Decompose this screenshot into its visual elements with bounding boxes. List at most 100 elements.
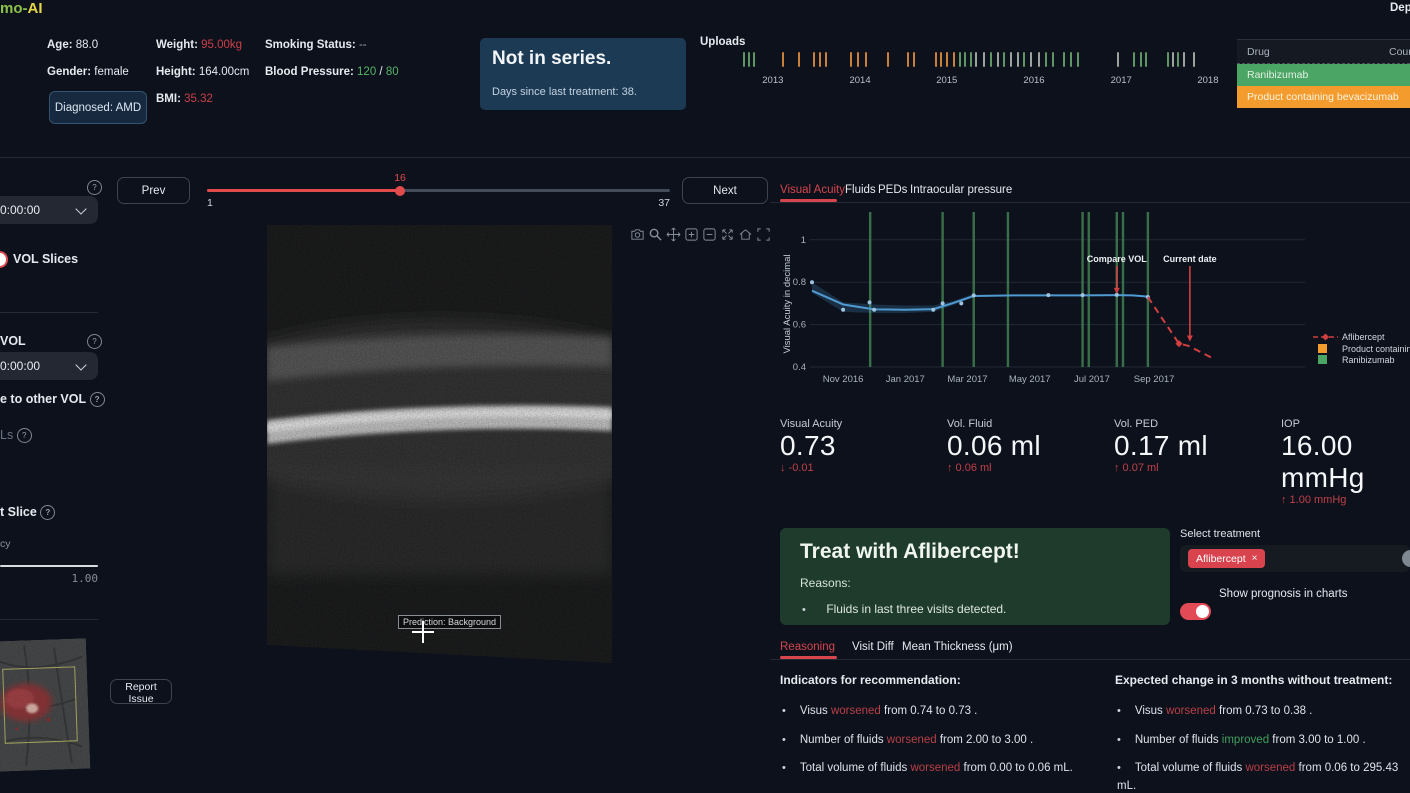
svg-text:Current date: Current date xyxy=(1163,254,1217,264)
compare-to-other-vol-label: e to other VOL ? xyxy=(0,392,105,407)
fullscreen-icon[interactable] xyxy=(756,227,771,242)
indicator-item: •Visus worsened from 0.74 to 0.73 . xyxy=(782,701,977,719)
svg-text:Compare VOL: Compare VOL xyxy=(1087,254,1148,264)
indicator-item: •Total volume of fluids worsened from 0.… xyxy=(782,758,1073,776)
patient-age: Age: 88.0 xyxy=(47,39,98,51)
select-treatment-label: Select treatment xyxy=(1180,528,1260,540)
expected-change-heading: Expected change in 3 months without trea… xyxy=(1115,673,1392,687)
tab-peds[interactable]: PEDs xyxy=(878,184,907,196)
tab-visit-diff[interactable]: Visit Diff xyxy=(852,641,894,653)
svg-text:Nov 2016: Nov 2016 xyxy=(823,374,864,385)
sidebar-divider xyxy=(0,619,98,620)
svg-text:1: 1 xyxy=(801,235,806,246)
next-slice-button[interactable]: Next xyxy=(682,177,768,204)
svg-text:Visual Acuity in decimal: Visual Acuity in decimal xyxy=(782,254,793,353)
camera-icon[interactable] xyxy=(630,227,645,242)
report-issue-button[interactable]: Report Issue xyxy=(110,679,172,704)
metric-iop: IOP 16.00 mmHg ↑ 1.00 mmHg xyxy=(1281,418,1410,506)
vol-select-2[interactable]: 0:00:00 xyxy=(0,352,98,380)
crosshair-cursor xyxy=(412,631,434,633)
help-icon[interactable]: ? xyxy=(87,334,102,349)
tab-reasoning[interactable]: Reasoning xyxy=(780,641,835,653)
transparency-slider[interactable] xyxy=(0,565,98,567)
svg-text:0.8: 0.8 xyxy=(793,277,806,288)
slice-slider-thumb[interactable] xyxy=(395,186,405,196)
upload-year-label: 2014 xyxy=(849,75,870,86)
metric-delta: ↑ 1.00 mmHg xyxy=(1281,494,1410,506)
drug-row-bevacizumab: Product containing bevacizumab xyxy=(1237,86,1410,108)
corner-text: Deple xyxy=(1390,2,1410,14)
recommendation-reasons-label: Reasons: xyxy=(800,576,851,590)
app-root: mo-AI Diagnosed: AMD Age: 88.0 Gender: f… xyxy=(0,0,1410,793)
show-prognosis-toggle[interactable] xyxy=(1180,603,1211,620)
visual-acuity-chart[interactable]: 0.40.60.81Nov 2016Jan 2017Mar 2017May 20… xyxy=(780,208,1410,398)
logo-part-yellow: AI xyxy=(28,0,43,17)
recommendation-reason: • Fluids in last three visits detected. xyxy=(802,600,1006,618)
help-icon[interactable]: ? xyxy=(87,180,102,195)
slice-min-label: 1 xyxy=(207,197,213,209)
tab-mean-thickness[interactable]: Mean Thickness (μm) xyxy=(902,641,1013,653)
upload-year-label: 2017 xyxy=(1111,75,1132,86)
help-icon[interactable]: ? xyxy=(17,428,32,443)
tabs-divider xyxy=(770,202,1410,203)
upload-year-label: 2015 xyxy=(936,75,957,86)
svg-text:0.6: 0.6 xyxy=(793,320,806,331)
expected-change-item: •Number of fluids improved from 3.00 to … xyxy=(1117,730,1366,748)
tabs-divider xyxy=(770,659,1410,660)
upload-year-label: 2013 xyxy=(762,75,783,86)
svg-text:Aflibercept: Aflibercept xyxy=(1342,332,1385,342)
clear-select-icon[interactable] xyxy=(1402,550,1410,567)
drug-table-header: Drug Coun xyxy=(1237,39,1410,64)
svg-text:May 2017: May 2017 xyxy=(1009,374,1051,385)
chip-remove-icon[interactable]: × xyxy=(1252,553,1258,564)
oct-scan xyxy=(267,225,612,670)
treatment-chip[interactable]: Aflibercept × xyxy=(1188,549,1265,568)
series-status-subtitle: Days since last treatment: 38. xyxy=(492,86,637,98)
transparency-value: 1.00 xyxy=(0,572,98,585)
help-icon[interactable]: ? xyxy=(40,505,55,520)
help-icon[interactable]: ? xyxy=(90,392,105,407)
svg-text:Jan 2017: Jan 2017 xyxy=(886,374,925,385)
upload-year-label: 2018 xyxy=(1197,75,1218,86)
pan-icon[interactable] xyxy=(666,227,681,242)
vols-label: Ls ? xyxy=(0,428,32,443)
drug-row-ranibizumab: Ranibizumab xyxy=(1237,64,1410,86)
tab-intraocular-pressure[interactable]: Intraocular pressure xyxy=(910,184,1012,196)
autoscale-icon[interactable] xyxy=(720,227,735,242)
transparency-label: cy xyxy=(0,538,11,550)
slice-slider[interactable]: 16 1 37 xyxy=(207,189,670,192)
patient-weight: Weight: 95.00kg xyxy=(156,39,242,51)
vol-slices-label: VOL Slices xyxy=(13,252,78,266)
metric-delta: ↓ -0.01 xyxy=(780,462,842,474)
metric-delta: ↑ 0.06 ml xyxy=(947,462,1041,474)
recommendation-card: Treat with Aflibercept! Reasons: • Fluid… xyxy=(780,528,1170,625)
svg-text:Jul 2017: Jul 2017 xyxy=(1074,374,1110,385)
home-icon[interactable] xyxy=(738,227,753,242)
uploads-timeline[interactable]: 201320142015201620172018 xyxy=(740,50,1230,90)
expected-change-item: •Total volume of fluids worsened from 0.… xyxy=(1117,758,1410,793)
metric-vol-fluid: Vol. Fluid 0.06 ml ↑ 0.06 ml xyxy=(947,418,1041,474)
series-status-title: Not in series. xyxy=(492,48,611,70)
patient-blood-pressure: Blood Pressure: 120 / 80 xyxy=(265,66,399,78)
expected-change-item: •Visus worsened from 0.73 to 0.38 . xyxy=(1117,701,1312,719)
zoom-in-icon[interactable] xyxy=(684,227,699,242)
show-prognosis-label: Show prognosis in charts xyxy=(1219,588,1347,600)
chevron-down-icon xyxy=(75,359,86,370)
indicator-item: •Number of fluids worsened from 2.00 to … xyxy=(782,730,1033,748)
tab-fluids[interactable]: Fluids xyxy=(845,184,876,196)
treatment-select-input[interactable]: Aflibercept × xyxy=(1180,545,1410,572)
svg-text:Ranibizumab: Ranibizumab xyxy=(1342,355,1395,365)
vol-select-1[interactable]: 0:00:00 xyxy=(0,196,98,224)
oct-bscan-image[interactable] xyxy=(267,225,612,670)
logo-part-green: mo- xyxy=(0,0,28,17)
visual-acuity-plot[interactable]: 0.40.60.81Nov 2016Jan 2017Mar 2017May 20… xyxy=(780,208,1410,398)
indicators-heading: Indicators for recommendation: xyxy=(780,673,961,687)
tab-visual-acuity[interactable]: Visual Acuity xyxy=(780,184,845,196)
zoom-icon[interactable] xyxy=(648,227,663,242)
fundus-thumbnail[interactable] xyxy=(0,638,90,771)
series-status-card: Not in series. Days since last treatment… xyxy=(480,38,686,110)
vol-slices-toggle[interactable] xyxy=(0,251,8,268)
zoom-out-icon[interactable] xyxy=(702,227,717,242)
uploads-years: 201320142015201620172018 xyxy=(740,50,1230,90)
prev-slice-button[interactable]: Prev xyxy=(117,177,190,204)
